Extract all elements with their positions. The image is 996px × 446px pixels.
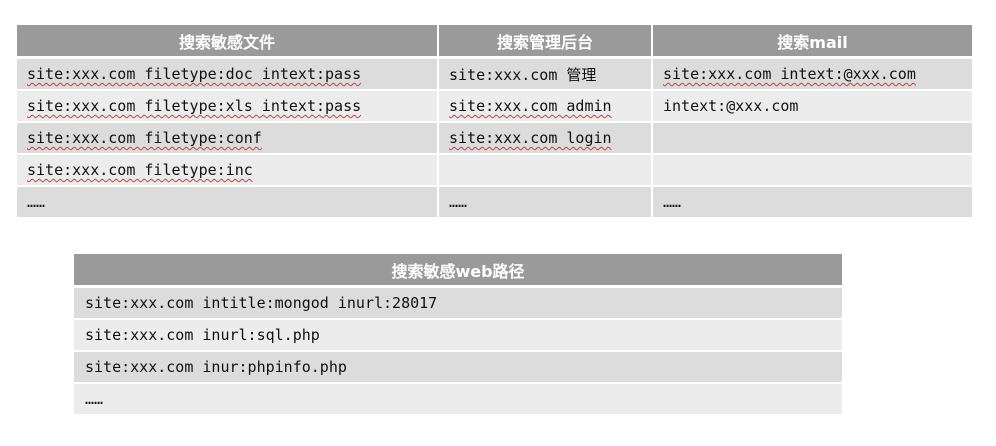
sensitive-search-table: 搜索敏感文件 搜索管理后台 搜索mail site:xxx.com filety…: [17, 25, 972, 219]
header-web-paths: 搜索敏感web路径: [74, 254, 842, 288]
header-row: 搜索敏感文件 搜索管理后台 搜索mail: [17, 25, 972, 59]
table-cell: site:xxx.com admin: [438, 90, 653, 123]
table-cell: site:xxx.com inurl:sql.php: [74, 319, 842, 352]
table-row: …… …… ……: [17, 186, 972, 219]
table-cell: [652, 122, 972, 155]
table-cell: site:xxx.com intext:@xxx.com: [652, 57, 972, 91]
table-row: site:xxx.com filetype:inc: [17, 154, 972, 187]
table-cell: ……: [652, 186, 972, 219]
web-path-search-table: 搜索敏感web路径 site:xxx.com intitle:mongod in…: [74, 254, 842, 416]
table-cell: site:xxx.com inur:phpinfo.php: [74, 351, 842, 384]
table-cell: site:xxx.com login: [438, 122, 653, 155]
table-cell: site:xxx.com filetype:doc intext:pass: [17, 57, 439, 91]
table-cell: site:xxx.com intitle:mongod inurl:28017: [74, 286, 842, 320]
table-row: site:xxx.com filetype:doc intext:pass si…: [17, 57, 972, 91]
table-cell: ……: [438, 186, 653, 219]
table-cell: intext:@xxx.com: [652, 90, 972, 123]
header-mail: 搜索mail: [652, 25, 972, 59]
table-cell: site:xxx.com filetype:xls intext:pass: [17, 90, 439, 123]
table-cell: site:xxx.com filetype:conf: [17, 122, 439, 155]
header-row: 搜索敏感web路径: [74, 254, 842, 288]
header-admin-backend: 搜索管理后台: [438, 25, 653, 59]
table-row: ……: [74, 383, 842, 416]
table-cell: [438, 154, 653, 187]
table-row: site:xxx.com filetype:xls intext:pass si…: [17, 90, 972, 123]
table-cell: site:xxx.com filetype:inc: [17, 154, 439, 187]
table-row: site:xxx.com filetype:conf site:xxx.com …: [17, 122, 972, 155]
table-cell: site:xxx.com 管理: [438, 57, 653, 91]
table-cell: ……: [17, 186, 439, 219]
table-row: site:xxx.com intitle:mongod inurl:28017: [74, 286, 842, 320]
table-cell: [652, 154, 972, 187]
table-cell: ……: [74, 383, 842, 416]
table-row: site:xxx.com inurl:sql.php: [74, 319, 842, 352]
table-row: site:xxx.com inur:phpinfo.php: [74, 351, 842, 384]
header-sensitive-files: 搜索敏感文件: [17, 25, 439, 59]
